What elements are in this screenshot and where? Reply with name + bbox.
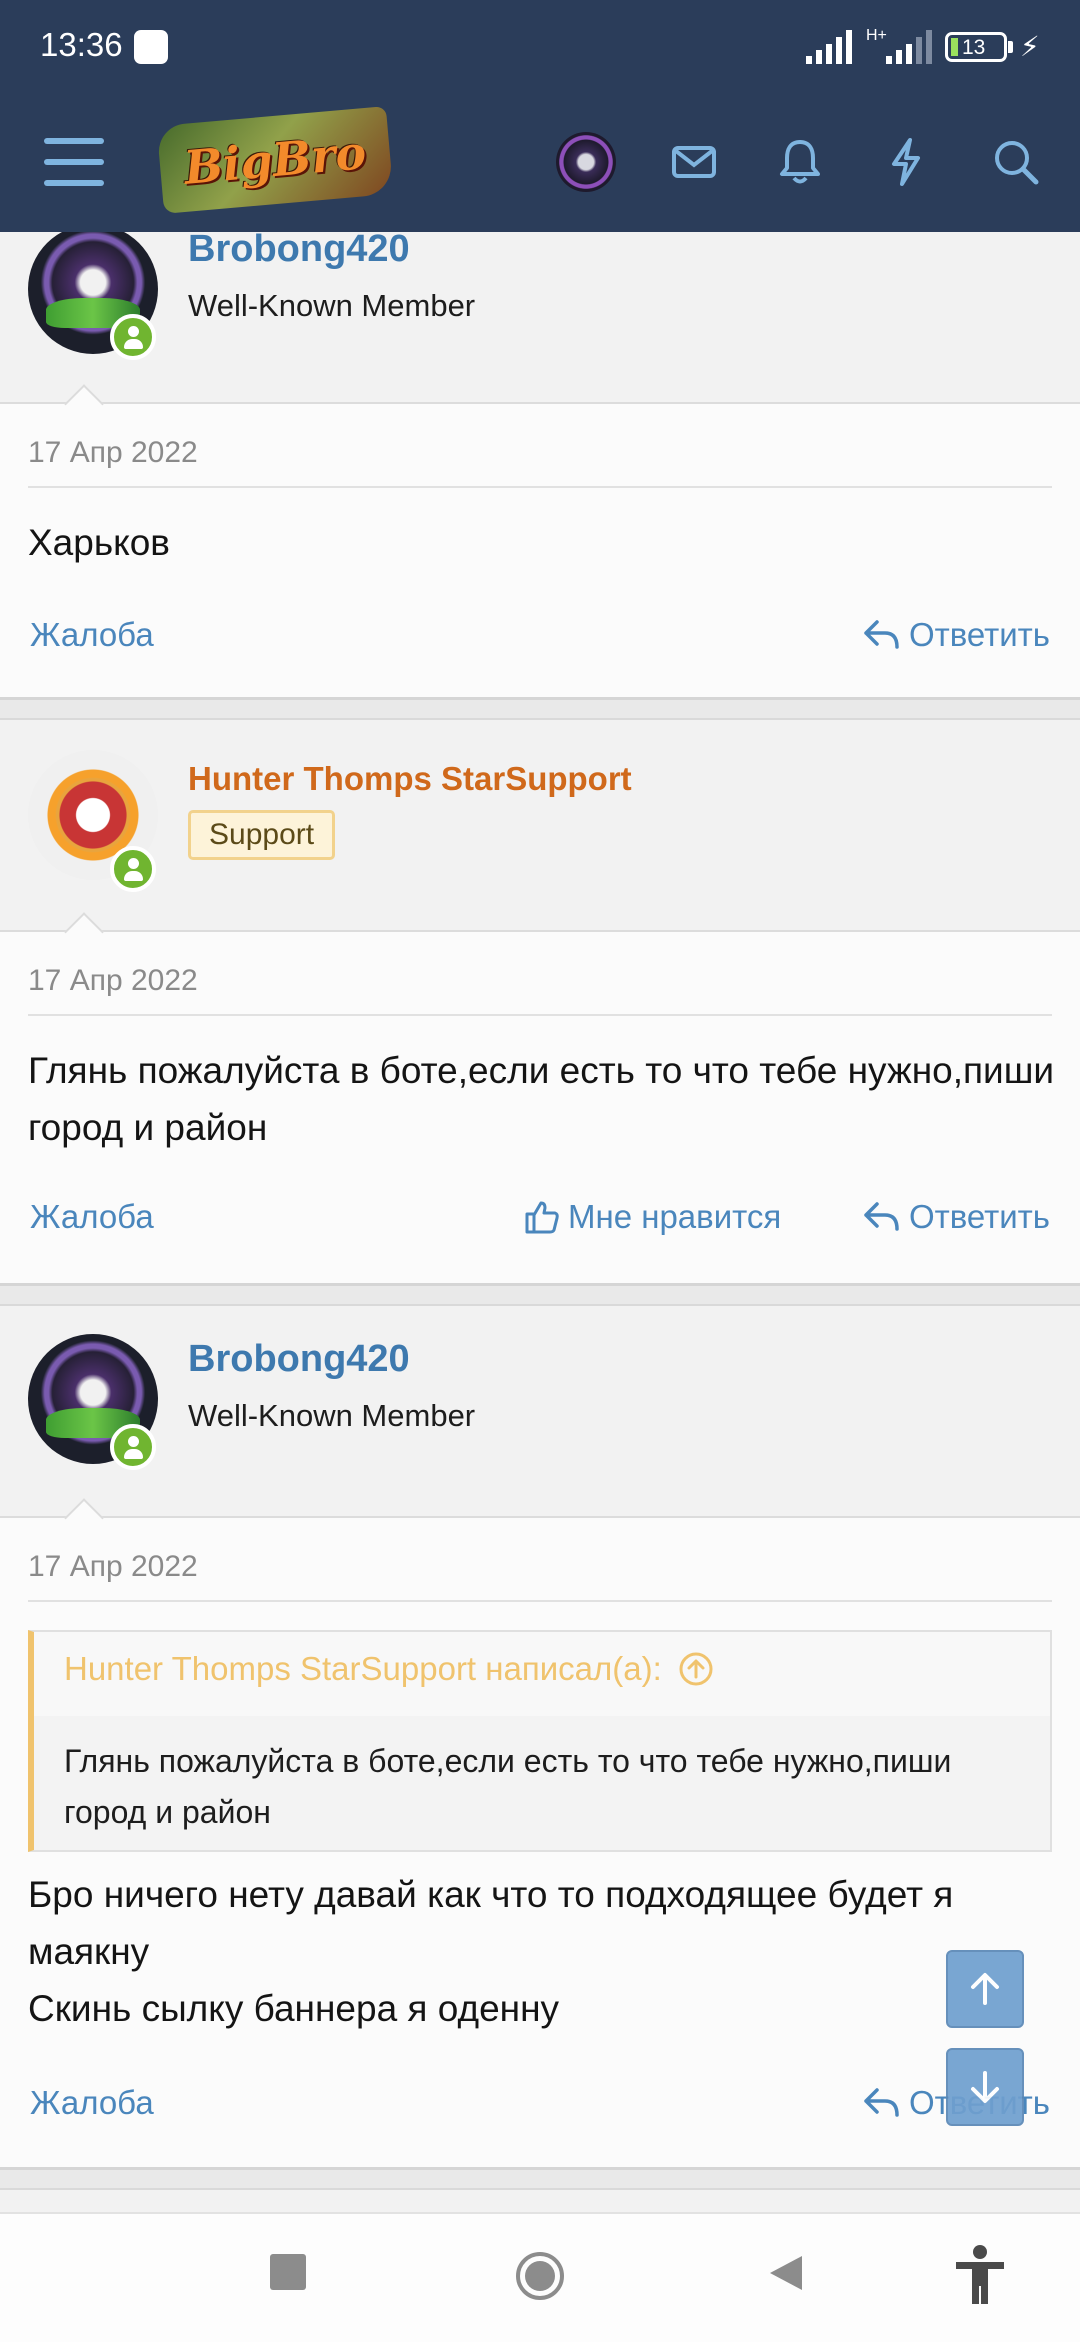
scroll-bottom-button[interactable] <box>946 2048 1024 2126</box>
reply-label: Ответить <box>908 616 1050 653</box>
home-icon[interactable] <box>514 2250 566 2302</box>
post-user-block: Hunter Thomps StarSupport Support <box>0 720 1080 952</box>
search-icon[interactable] <box>990 136 1042 188</box>
thumbs-up-icon <box>525 1201 559 1234</box>
system-navigation-bar <box>0 2212 1080 2342</box>
post-message: Харьков <box>28 522 170 563</box>
post-message: Бро ничего нету давай как что то подходя… <box>28 1866 1068 2037</box>
arrow-up-circle-icon[interactable] <box>678 1651 714 1687</box>
divider <box>28 1014 1052 1016</box>
status-time: 13:36 <box>40 26 123 63</box>
accessibility-icon[interactable] <box>952 2244 1008 2306</box>
reply-button[interactable]: Ответить <box>863 616 1050 654</box>
notification-icon <box>134 30 168 64</box>
reply-icon <box>864 620 899 649</box>
network-type: H+ <box>866 27 887 44</box>
logo-text: BigBro <box>181 125 369 195</box>
back-icon[interactable] <box>768 2254 804 2292</box>
report-label: Жалоба <box>30 616 154 653</box>
charging-icon: ⚡ <box>1020 31 1040 62</box>
message-line: Скинь сылку баннера я оденну <box>28 1988 560 2029</box>
divider <box>28 1600 1052 1602</box>
account-avatar[interactable] <box>556 132 616 192</box>
username[interactable]: Brobong420 <box>188 1338 410 1381</box>
recents-icon[interactable] <box>270 2254 306 2290</box>
site-logo[interactable]: BigBro <box>156 106 394 214</box>
reply-button[interactable]: Ответить <box>863 1198 1050 1236</box>
username[interactable]: Brobong420 <box>188 228 410 271</box>
post-date[interactable]: 17 Апр 2022 <box>28 436 198 470</box>
message-line: Бро ничего нету давай как что то подходя… <box>28 1874 954 1972</box>
report-link[interactable]: Жалоба <box>30 616 154 654</box>
post-user-block: Brobong420 Well-Known Member <box>0 1306 1080 1538</box>
post-date[interactable]: 17 Апр 2022 <box>28 1550 198 1584</box>
report-link[interactable]: Жалоба <box>30 1198 154 1236</box>
quote-text: Глянь пожалуйста в боте,если есть то что… <box>64 1743 952 1830</box>
divider <box>28 486 1052 488</box>
post-date[interactable]: 17 Апр 2022 <box>28 964 198 998</box>
quote-block: Hunter Thomps StarSupport написал(а): Гл… <box>28 1630 1052 1852</box>
arrow-up-icon <box>971 1973 999 2005</box>
signal-icon <box>806 30 852 64</box>
bell-icon[interactable] <box>774 136 826 188</box>
reply-label: Ответить <box>908 1198 1050 1235</box>
user-title: Well-Known Member <box>188 1398 476 1433</box>
reply-icon <box>864 2088 899 2117</box>
arrow-down-icon <box>971 2071 999 2103</box>
post: Brobong420 Well-Known Member 17 Апр 2022… <box>0 1304 1080 2170</box>
online-status-icon <box>110 1424 156 1470</box>
report-link[interactable]: Жалоба <box>30 2084 154 2122</box>
menu-icon[interactable] <box>44 138 104 186</box>
reply-icon <box>864 1202 899 1231</box>
mail-icon[interactable] <box>668 136 720 188</box>
user-badge: Support <box>188 810 336 860</box>
signal-2-icon <box>886 30 932 64</box>
app-header: 13:36 H+ 13 ⚡ BigBro <box>0 0 1080 232</box>
quote-author: Hunter Thomps StarSupport написал(а): <box>64 1650 662 1687</box>
like-label: Мне нравится <box>568 1198 782 1235</box>
scroll-top-button[interactable] <box>946 1950 1024 2028</box>
battery-icon: 13 <box>945 32 1007 62</box>
report-label: Жалоба <box>30 1198 154 1235</box>
quote-header[interactable]: Hunter Thomps StarSupport написал(а): <box>64 1650 714 1688</box>
online-status-icon <box>110 846 156 892</box>
post-message: Глянь пожалуйста в боте,если есть то что… <box>28 1050 1055 1148</box>
online-status-icon <box>110 314 156 360</box>
report-label: Жалоба <box>30 2084 154 2121</box>
username[interactable]: Hunter Thomps StarSupport <box>188 760 632 798</box>
lightning-icon[interactable] <box>880 136 932 188</box>
user-title: Well-Known Member <box>188 288 476 323</box>
battery-level: 13 <box>962 36 986 59</box>
post: Hunter Thomps StarSupport Support 17 Апр… <box>0 718 1080 1286</box>
like-button[interactable]: Мне нравится <box>524 1198 781 1236</box>
